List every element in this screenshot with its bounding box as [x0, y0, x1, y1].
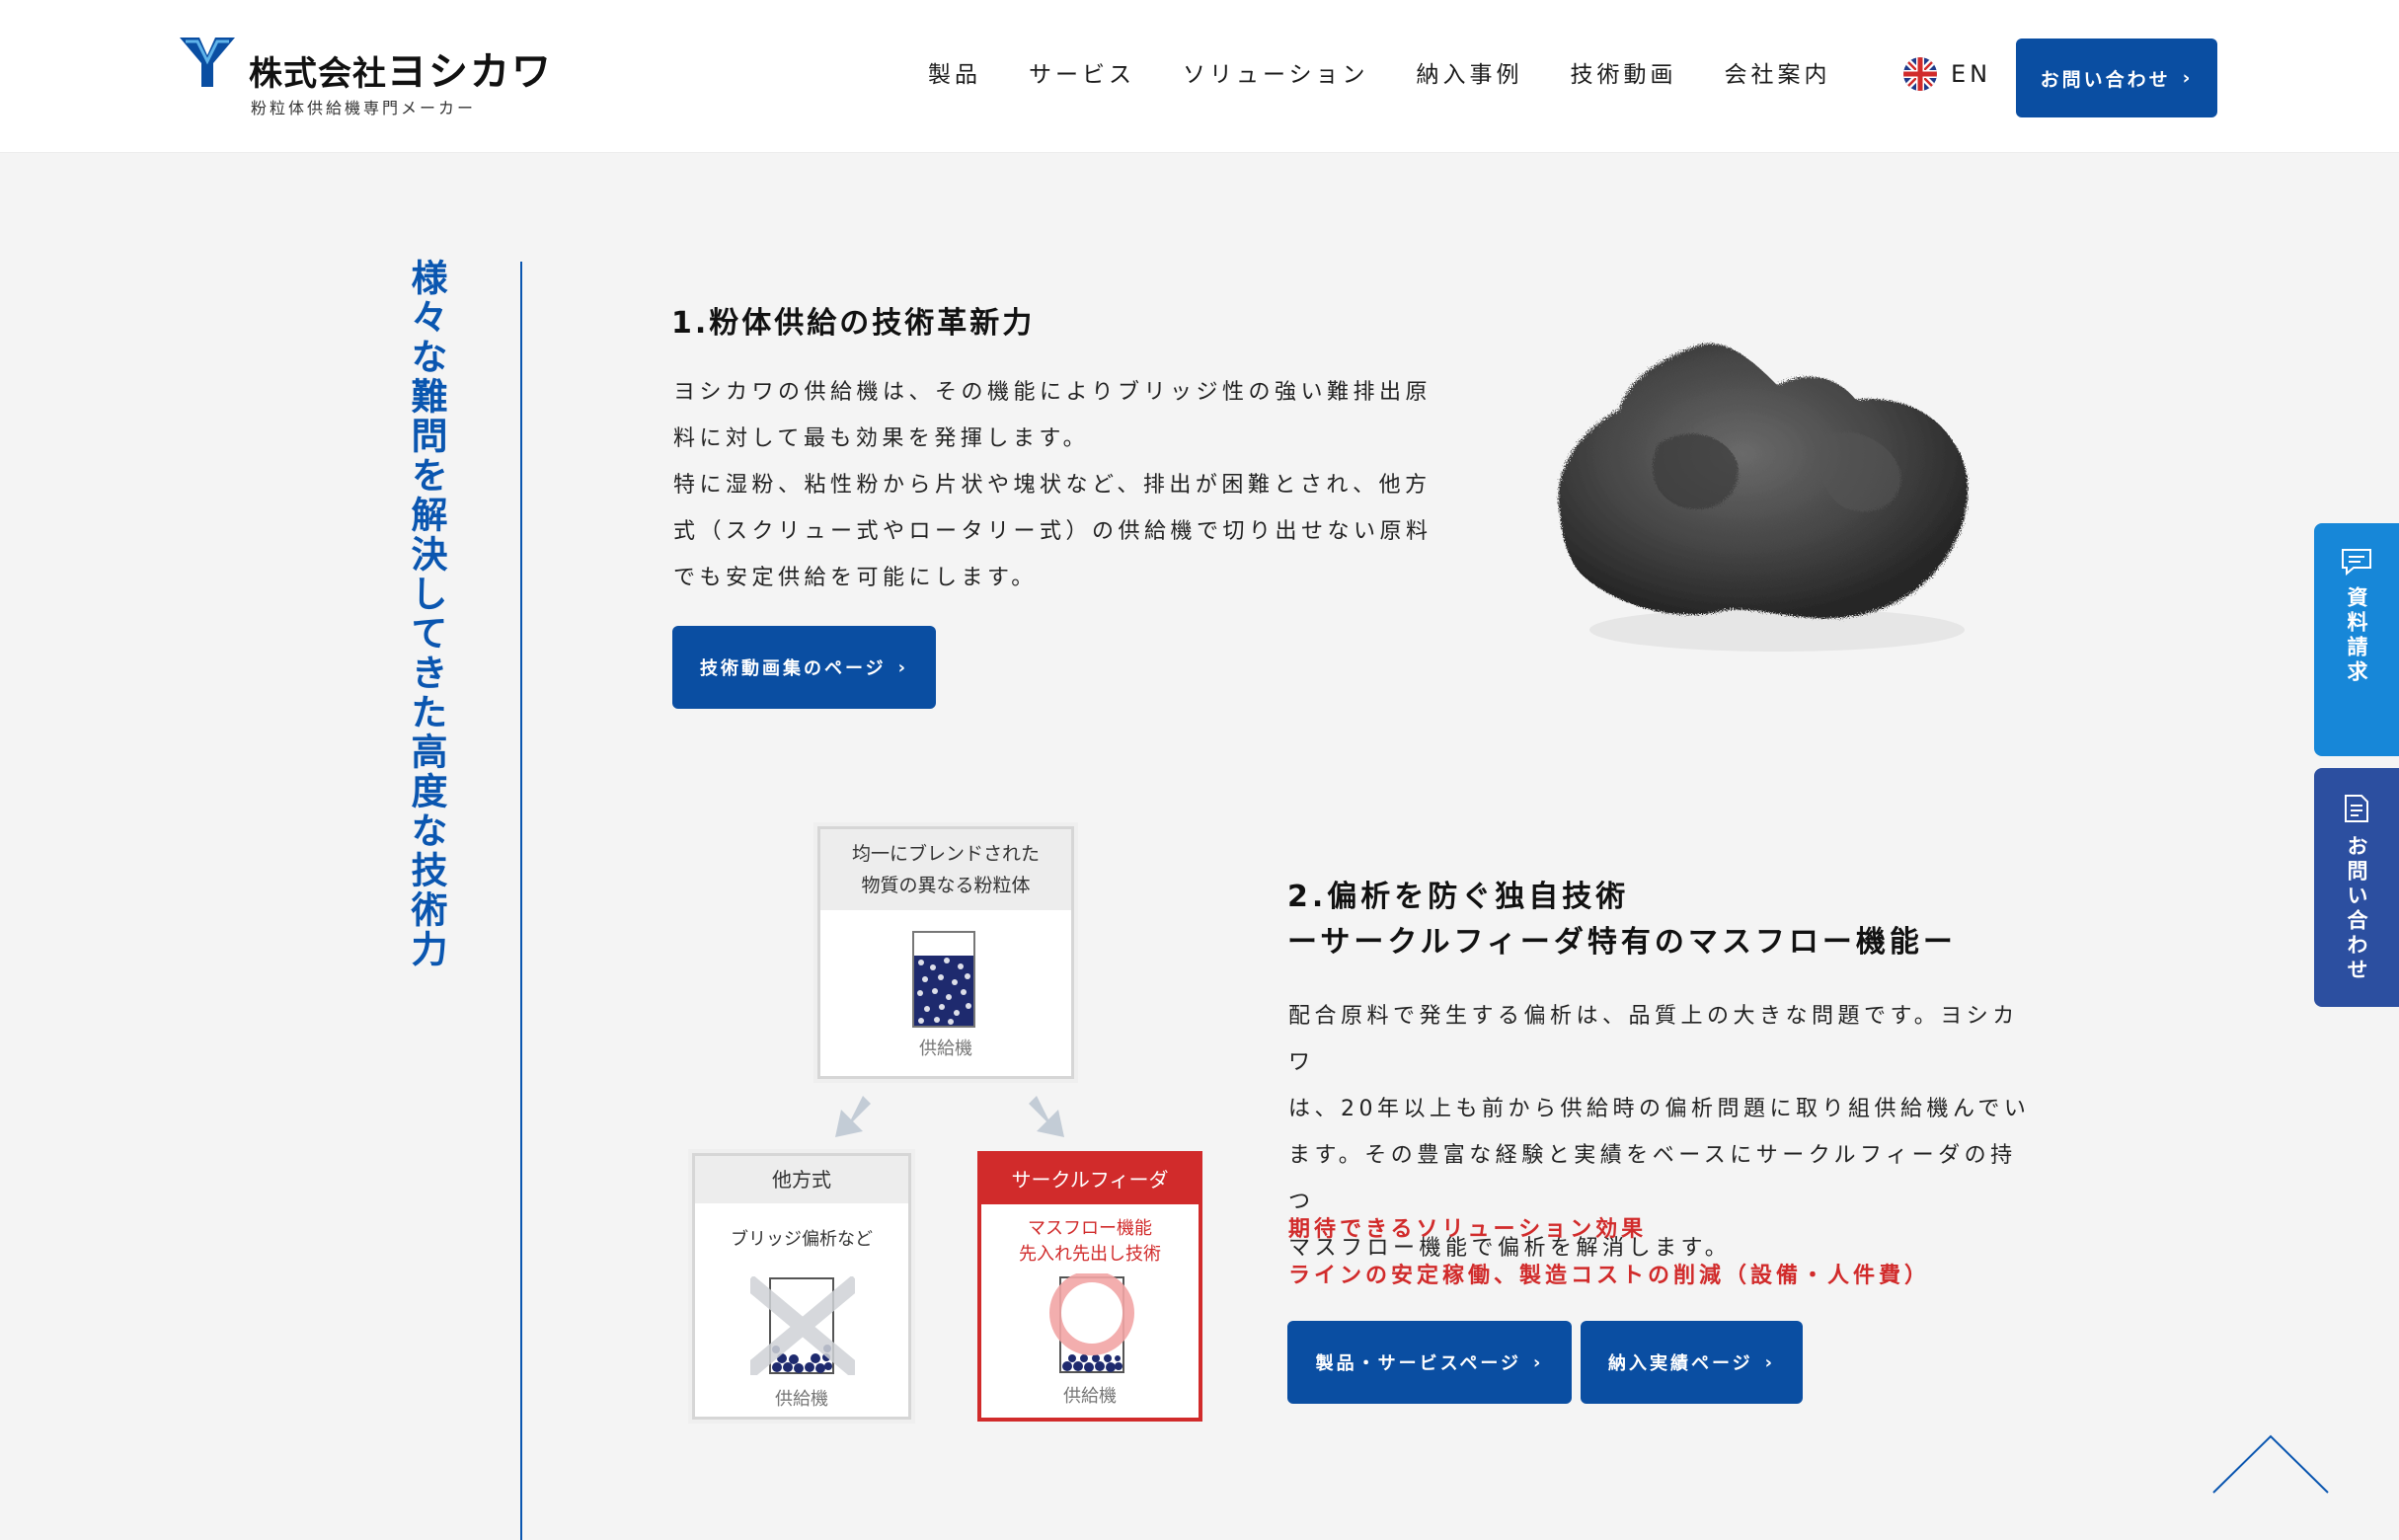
section1-line: 式（スクリュー式やロータリー式）の供給機で切り出せない原料 — [673, 519, 1432, 544]
diagram-right-caption: 供給機 — [1063, 1386, 1117, 1407]
section2-line: は、20年以上も前から供給時の偏析問題に取り組供給機んでい — [1288, 1097, 2031, 1121]
tech-videos-button[interactable]: 技術動画集のページ › — [672, 626, 936, 709]
diagram-right-subtitle-line: マスフロー機能 — [1028, 1218, 1152, 1239]
arrow-down-left-icon — [835, 1096, 871, 1137]
nav-item-solutions[interactable]: ソリューション — [1183, 55, 1369, 89]
company-tagline: 粉粒体供給機専門メーカー — [251, 99, 477, 117]
section1-line: でも安定供給を可能にします。 — [673, 566, 1038, 590]
delivery-cases-button[interactable]: 納入実績ページ › — [1581, 1321, 1803, 1404]
solution-effects-detail: ラインの安定稼働、製造コストの削減（設備・人件費） — [1288, 1264, 1931, 1288]
mass-flow-success-icon — [1049, 1273, 1134, 1373]
nav-item-company[interactable]: 会社案内 — [1725, 55, 1831, 89]
document-request-label: 資料請求 — [2345, 586, 2368, 685]
diagram-top-header: 均一にブレンドされた 物質の異なる粉粒体 — [820, 829, 1071, 910]
solution-effects-title: 期待できるソリューション効果 — [1288, 1217, 1648, 1242]
diagram-circle-feeder-box: サークルフィーダ マスフロー機能 先入れ先出し技術 供給機 — [977, 1151, 1202, 1422]
language-switch[interactable]: EN — [1903, 57, 1991, 91]
section1-body: ヨシカワの供給機は、その機能によりブリッジ性の強い難排出原 料に対して最も効果を… — [673, 369, 1443, 601]
logo-mark-icon — [180, 38, 235, 87]
section1-line: ヨシカワの供給機は、その機能によりブリッジ性の強い難排出原 — [673, 380, 1432, 405]
nav-item-services[interactable]: サービス — [1029, 55, 1135, 89]
chat-bubble-icon — [2342, 549, 2371, 577]
diagram-left-header: 他方式 — [695, 1156, 908, 1203]
company-name: 株式会社ヨシカワ — [249, 39, 553, 97]
nav-item-products[interactable]: 製品 — [928, 55, 981, 89]
feeder-container-icon — [912, 931, 975, 1028]
diagram-other-method-box: 他方式 ブリッジ偏析など 供給機 — [692, 1153, 911, 1420]
header-contact-button[interactable]: お問い合わせ › — [2016, 38, 2217, 117]
company-prefix: 株式会社 — [249, 54, 387, 94]
diagram-top-caption: 供給機 — [919, 1039, 972, 1059]
bridging-failure-icon — [750, 1276, 855, 1375]
nav-item-cases[interactable]: 納入事例 — [1417, 55, 1523, 89]
section-vertical-title: 様々な難問を解決してきた高度な技術力 — [405, 259, 447, 969]
section1-heading: 1.粉体供給の技術革新力 — [671, 306, 1036, 341]
products-services-button-label: 製品・サービスページ — [1315, 1353, 1521, 1374]
section2-heading-line: ーサークルフィーダ特有のマスフロー機能ー — [1287, 925, 1957, 960]
diagram-top-header-line: 均一にブレンドされた — [851, 843, 1040, 865]
company-name-main: ヨシカワ — [387, 49, 553, 95]
delivery-cases-button-label: 納入実績ページ — [1607, 1353, 1753, 1374]
contact-button-label: お問い合わせ — [2040, 68, 2171, 91]
solution-effects: 期待できるソリューション効果 ラインの安定稼働、製造コストの削減（設備・人件費） — [1288, 1206, 1930, 1299]
arrow-down-right-icon — [1029, 1096, 1064, 1137]
diagram-blended-powder-box: 均一にブレンドされた 物質の異なる粉粒体 供給機 — [817, 826, 1074, 1079]
contact-tab[interactable]: お問い合わせ — [2314, 768, 2399, 1007]
diagram-right-subtitle: マスフロー機能 先入れ先出し技術 — [981, 1216, 1199, 1268]
vertical-divider — [520, 262, 522, 1540]
diagram-top-header-line: 物質の異なる粉粒体 — [861, 875, 1031, 896]
chevron-right-icon: › — [1764, 1351, 1776, 1373]
diagram-left-subtitle: ブリッジ偏析など — [731, 1229, 873, 1250]
chevron-right-icon: › — [1532, 1351, 1544, 1373]
section1-line: 料に対して最も効果を発揮します。 — [673, 426, 1090, 451]
nav-item-videos[interactable]: 技術動画 — [1571, 55, 1677, 89]
tech-videos-button-label: 技術動画集のページ — [699, 658, 887, 679]
products-services-button[interactable]: 製品・サービスページ › — [1287, 1321, 1572, 1404]
uk-flag-icon — [1903, 57, 1937, 91]
company-logo[interactable]: 株式会社ヨシカワ 粉粒体供給機専門メーカー — [178, 34, 551, 122]
section2-heading-line: 2.偏析を防ぐ独自技術 — [1287, 880, 1630, 914]
language-label: EN — [1951, 60, 1992, 88]
diagram-right-subtitle-line: 先入れ先出し技術 — [1019, 1244, 1161, 1265]
chevron-right-icon: › — [897, 656, 909, 678]
diagram-left-caption: 供給機 — [775, 1389, 828, 1410]
site-header: 株式会社ヨシカワ 粉粒体供給機専門メーカー 製品 サービス ソリューション 納入… — [0, 0, 2399, 153]
diagram-right-header: サークルフィーダ — [981, 1155, 1199, 1204]
section2-heading: 2.偏析を防ぐ独自技術 ーサークルフィーダ特有のマスフロー機能ー — [1287, 875, 1957, 965]
section1-line: 特に湿粉、粘性粉から片状や塊状など、排出が困難とされ、他方 — [673, 473, 1432, 498]
contact-tab-label: お問い合わせ — [2345, 835, 2368, 983]
document-request-tab[interactable]: 資料請求 — [2314, 523, 2399, 756]
document-icon — [2345, 795, 2368, 822]
section2-line: 配合原料で発生する偏析は、品質上の大きな問題です。ヨシカワ — [1288, 1004, 2019, 1075]
chevron-right-icon: › — [2182, 67, 2194, 89]
powder-sample-image — [1558, 344, 1969, 652]
page-top-arrow-icon[interactable] — [2211, 1433, 2330, 1495]
main-nav: 製品 サービス ソリューション 納入事例 技術動画 会社案内 — [928, 55, 1879, 89]
